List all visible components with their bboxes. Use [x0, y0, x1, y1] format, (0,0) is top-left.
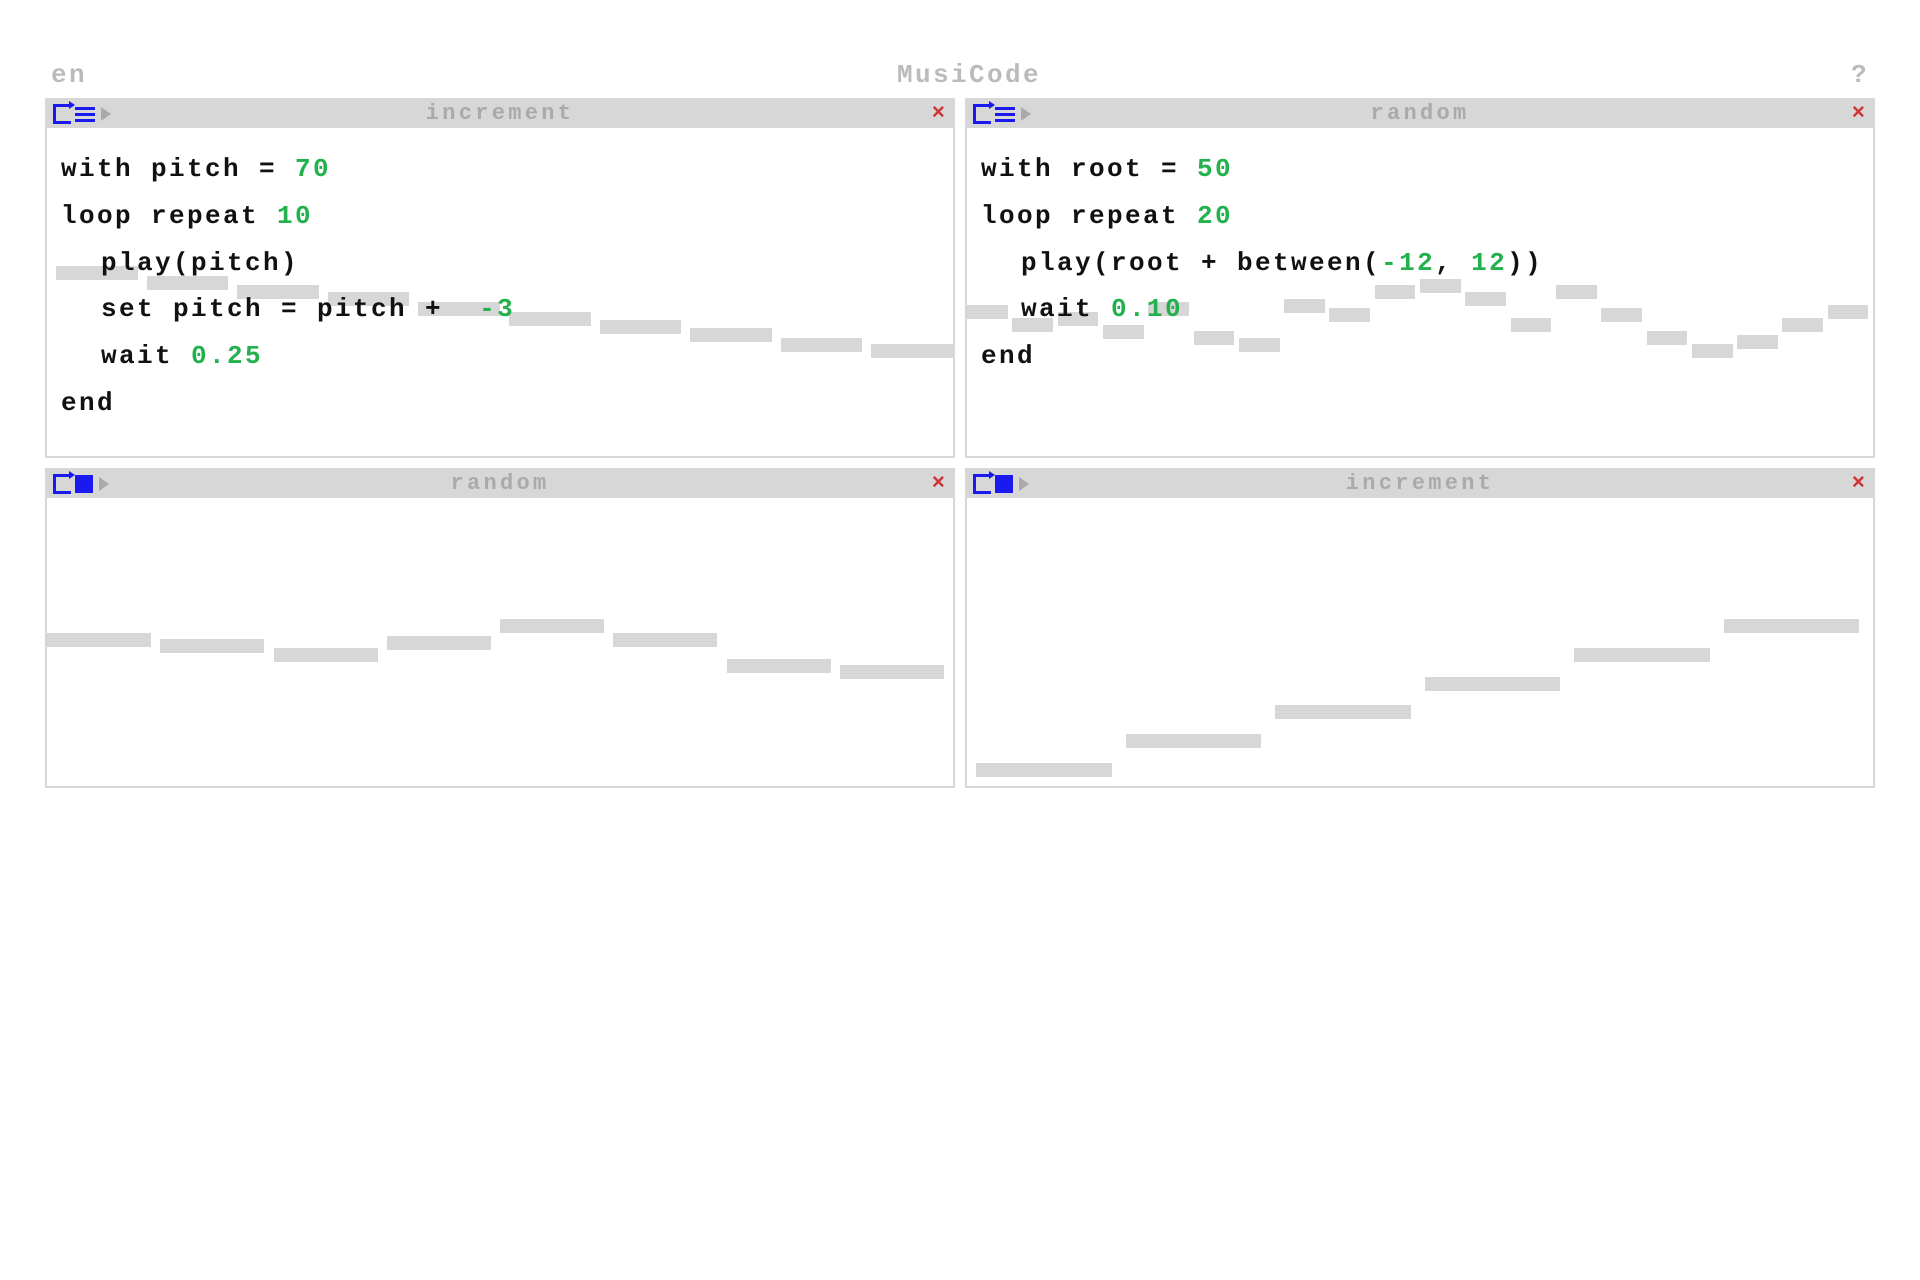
close-icon[interactable]: × — [1852, 473, 1865, 495]
loop-icon[interactable] — [53, 474, 71, 494]
pane-random-code: random × with root = 50 loop repeat 20 p… — [965, 98, 1875, 458]
note-visualization — [47, 498, 953, 786]
pane-header: increment × — [47, 100, 953, 128]
loop-icon[interactable] — [973, 104, 991, 124]
note-bar — [840, 665, 944, 679]
help-button[interactable]: ? — [1851, 60, 1869, 90]
loop-icon[interactable] — [973, 474, 991, 494]
pane-increment-code: increment × with pitch = 70 loop repeat … — [45, 98, 955, 458]
play-icon[interactable] — [1019, 477, 1029, 491]
note-bar — [500, 619, 604, 633]
topbar: en MusiCode ? — [45, 60, 1875, 90]
notes-view-icon[interactable] — [995, 475, 1013, 493]
close-icon[interactable]: × — [1852, 103, 1865, 125]
note-bar — [274, 648, 378, 662]
code-view-icon[interactable] — [995, 107, 1015, 122]
note-bar — [1425, 677, 1561, 691]
note-visualization — [967, 498, 1873, 786]
notes-view-icon[interactable] — [75, 475, 93, 493]
code-editor[interactable]: with root = 50 loop repeat 20 play(root … — [967, 128, 1873, 456]
note-bar — [613, 633, 717, 647]
note-bar — [1275, 705, 1411, 719]
pane-random-notes: random × — [45, 468, 955, 788]
play-icon[interactable] — [99, 477, 109, 491]
pane-header: random × — [47, 470, 953, 498]
pane-header: random × — [967, 100, 1873, 128]
code-view-icon[interactable] — [75, 107, 95, 122]
note-bar — [1724, 619, 1860, 633]
pane-title: increment — [47, 100, 953, 128]
note-bar — [976, 763, 1112, 777]
note-bar — [727, 659, 831, 673]
pane-title: increment — [967, 470, 1873, 498]
note-bar — [160, 639, 264, 653]
play-icon[interactable] — [101, 107, 111, 121]
code-editor[interactable]: with pitch = 70 loop repeat 10 play(pitc… — [47, 128, 953, 456]
loop-icon[interactable] — [53, 104, 71, 124]
pane-title: random — [967, 100, 1873, 128]
pane-grid: increment × with pitch = 70 loop repeat … — [45, 98, 1875, 788]
note-bar — [47, 633, 151, 647]
pane-title: random — [47, 470, 953, 498]
close-icon[interactable]: × — [932, 103, 945, 125]
app-title: MusiCode — [897, 60, 1041, 90]
note-bar — [387, 636, 491, 650]
pane-increment-notes: increment × — [965, 468, 1875, 788]
close-icon[interactable]: × — [932, 473, 945, 495]
pane-header: increment × — [967, 470, 1873, 498]
note-bar — [1574, 648, 1710, 662]
play-icon[interactable] — [1021, 107, 1031, 121]
note-bar — [1126, 734, 1262, 748]
language-selector[interactable]: en — [51, 60, 87, 90]
